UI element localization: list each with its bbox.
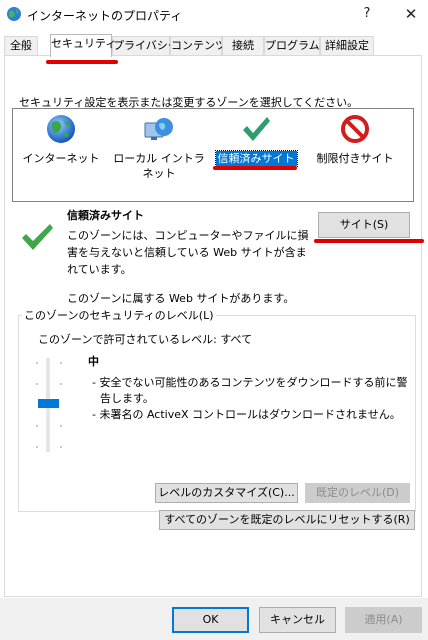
apply-button: 適用(A) xyxy=(345,607,422,633)
zone-local-intranet[interactable]: ローカル イントラネット xyxy=(111,113,207,193)
annotation-underline-zone xyxy=(213,166,297,170)
slider-tick xyxy=(36,362,38,364)
cancel-button[interactable]: キャンセル xyxy=(259,607,336,633)
zone-internet[interactable]: インターネット xyxy=(21,113,101,193)
zone-restricted-sites-label: 制限付きサイト xyxy=(316,152,394,165)
tab-strip: 全般 セキュリティ プライバシー コンテンツ 接続 プログラム 詳細設定 xyxy=(0,34,428,57)
slider-tick xyxy=(36,383,38,385)
default-level-button: 既定のレベル(D) xyxy=(305,483,410,503)
slider-tick xyxy=(36,446,38,448)
tab-advanced[interactable]: 詳細設定 xyxy=(320,36,374,56)
slider-thumb[interactable] xyxy=(38,399,59,408)
security-level-group-title: このゾーンのセキュリティのレベル(L) xyxy=(22,307,216,323)
annotation-underline-sites xyxy=(314,239,424,243)
zone-trusted-sites-label: 信頼済みサイト xyxy=(214,150,298,167)
zone-restricted-sites[interactable]: 制限付きサイト xyxy=(309,113,401,193)
help-button[interactable]: ? xyxy=(352,0,382,28)
level-bullet: - 安全でない可能性のあるコンテンツをダウンロードする前に警告します。 xyxy=(92,376,408,405)
reset-all-zones-button[interactable]: すべてのゾーンを既定のレベルにリセットする(R) xyxy=(159,510,415,530)
sites-button[interactable]: サイト(S) xyxy=(318,212,410,238)
window-title: インターネットのプロパティ xyxy=(27,9,183,23)
slider-tick xyxy=(60,446,62,448)
tab-connections[interactable]: 接続 xyxy=(222,36,264,56)
trusted-check-icon xyxy=(22,224,53,250)
slider-tick xyxy=(60,425,62,427)
tab-general[interactable]: 全般 xyxy=(4,36,38,56)
tab-content[interactable]: コンテンツ xyxy=(170,36,226,56)
tab-programs[interactable]: プログラム xyxy=(264,36,320,56)
slider-tick xyxy=(60,383,62,385)
allowed-level-text: このゾーンで許可されているレベル: すべて xyxy=(38,333,253,346)
ok-button[interactable]: OK xyxy=(172,607,249,633)
level-description: - 安全でない可能性のあるコンテンツをダウンロードする前に警告します。 - 未署… xyxy=(92,375,410,423)
zone-trusted-sites[interactable]: 信頼済みサイト xyxy=(211,113,301,193)
tab-privacy[interactable]: プライバシー xyxy=(112,36,179,56)
restricted-icon xyxy=(341,115,369,143)
internet-options-icon xyxy=(7,7,21,21)
slider-tick xyxy=(36,425,38,427)
checkmark-icon xyxy=(243,117,270,141)
globe-icon xyxy=(47,115,75,143)
level-bullet: - 未署名の ActiveX コントロールはダウンロードされません。 xyxy=(92,408,401,421)
title-bar: インターネットのプロパティ ? ✕ xyxy=(0,0,428,28)
tab-security[interactable]: セキュリティ xyxy=(50,34,116,57)
slider-tick xyxy=(60,362,62,364)
zone-info-title: 信頼済みサイト xyxy=(67,209,144,222)
custom-level-button[interactable]: レベルのカスタマイズ(C)... xyxy=(155,483,298,503)
sites-note: このゾーンに属する Web サイトがあります。 xyxy=(67,292,295,305)
intranet-globe-icon xyxy=(144,118,173,140)
zone-local-intranet-label: ローカル イントラネット xyxy=(113,152,205,180)
zone-list: インターネット ローカル イントラネット 信頼済みサイト 制限付きサイト xyxy=(12,108,414,202)
annotation-underline-tab xyxy=(46,60,118,64)
level-name: 中 xyxy=(88,355,99,368)
zone-internet-label: インターネット xyxy=(22,152,100,165)
zone-info-description: このゾーンには、コンピューターやファイルに損害を与えないと信頼している Web … xyxy=(67,229,309,276)
close-button[interactable]: ✕ xyxy=(394,0,428,28)
